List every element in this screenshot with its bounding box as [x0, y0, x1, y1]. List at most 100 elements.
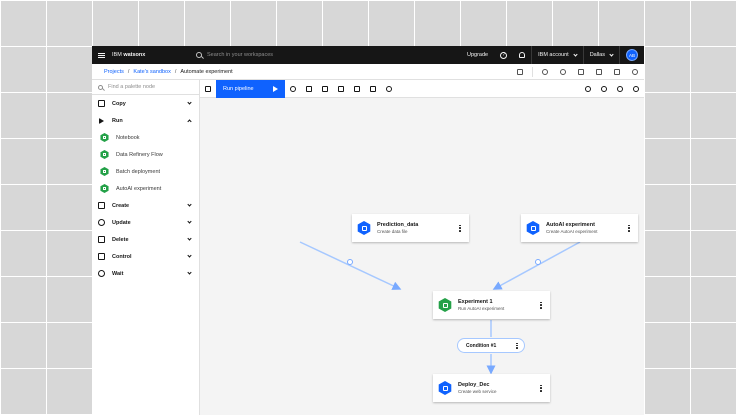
gear-icon [386, 85, 392, 92]
history-button[interactable] [554, 64, 572, 80]
chevron-down-icon [187, 270, 192, 275]
node-subtitle: Create web service [458, 389, 497, 394]
fit-icon [617, 85, 623, 92]
overflow-menu-icon[interactable] [516, 342, 518, 349]
comment-button[interactable] [349, 80, 365, 98]
link-prediction-to-experiment[interactable] [299, 241, 402, 290]
palette-category-run[interactable]: Run [92, 112, 199, 129]
chevron-down-icon [609, 51, 614, 57]
node-palette: Find a palette node Copy Run Notebook Da… [92, 80, 200, 415]
node-title: Prediction_data [377, 222, 419, 228]
menu-button[interactable] [92, 46, 110, 64]
user-menu[interactable]: AB [619, 46, 644, 64]
palette-category-create[interactable]: Create [92, 197, 199, 214]
palette-node-autoai[interactable]: AutoAI experiment [92, 180, 199, 197]
batch-deployment-icon [100, 167, 109, 176]
breadcrumb-separator: / [127, 68, 130, 75]
overflow-menu-icon[interactable] [459, 224, 461, 232]
sort-icon [517, 68, 523, 75]
update-icon [98, 219, 105, 226]
global-search-input[interactable]: Search in your workspaces [190, 46, 438, 64]
overflow-menu-icon[interactable] [540, 384, 542, 392]
chevron-down-icon [187, 100, 192, 105]
region-switcher[interactable]: Dallas [582, 46, 619, 64]
notifications-button[interactable] [513, 46, 531, 64]
brand-name: watsonx [123, 52, 146, 58]
toggle-palette-button[interactable] [200, 80, 216, 98]
compare-button[interactable] [608, 64, 626, 80]
chevron-up-icon [187, 119, 192, 124]
pipeline-node-experiment-1[interactable]: Experiment 1 Run AutoAI experiment [433, 291, 550, 319]
canvas-toolbar: Run pipeline [200, 79, 644, 98]
palette-category-control[interactable]: Control [92, 248, 199, 265]
chevron-down-icon [573, 51, 578, 57]
page-actions [511, 64, 644, 80]
comment-icon [354, 85, 360, 92]
autoai-icon [526, 221, 540, 235]
run-experiment-icon [438, 298, 452, 312]
header-actions: Upgrade ? IBM account Dallas AB [461, 46, 644, 64]
node-title: Deploy_Dec [458, 382, 490, 388]
breadcrumb-projects[interactable]: Projects [104, 69, 124, 75]
pipeline-node-deploy-dec[interactable]: Deploy_Dec Create web service [433, 374, 550, 402]
trash-icon [338, 85, 344, 92]
palette-category-wait[interactable]: Wait [92, 265, 199, 282]
overflow-menu-icon[interactable] [628, 224, 630, 232]
zoom-in-icon [585, 85, 591, 92]
node-subtitle: Create data file [377, 229, 408, 234]
copy-button[interactable] [301, 80, 317, 98]
palette-node-data-refinery[interactable]: Data Refinery Flow [92, 146, 199, 163]
info-button[interactable] [536, 64, 554, 80]
avatar: AB [626, 49, 638, 61]
pipeline-links [299, 241, 581, 375]
pipeline-node-autoai-experiment[interactable]: AutoAI experiment Create AutoAI experime… [521, 214, 638, 242]
palette-category-copy[interactable]: Copy [92, 95, 199, 112]
compare-icon [614, 68, 620, 75]
help-button[interactable]: ? [494, 46, 513, 64]
overflow-menu-icon[interactable] [540, 301, 542, 309]
scissors-icon [290, 85, 296, 92]
history-icon [560, 68, 566, 75]
link-autoai-to-experiment[interactable] [492, 241, 581, 290]
palette-search-input[interactable]: Find a palette node [92, 80, 199, 95]
brand-prefix: IBM [112, 52, 122, 58]
copy-icon [306, 85, 312, 92]
schedule-button[interactable] [626, 64, 644, 80]
notifications-panel-button[interactable] [628, 80, 644, 98]
zoom-out-icon [601, 85, 607, 92]
run-pipeline-button[interactable]: Run pipeline [216, 79, 285, 98]
pipeline-app: IBM watsonx Search in your workspaces Up… [92, 46, 644, 415]
cut-button[interactable] [285, 80, 301, 98]
paste-button[interactable] [317, 80, 333, 98]
palette-node-batch-deployment[interactable]: Batch deployment [92, 163, 199, 180]
link-midpoint[interactable] [347, 259, 353, 265]
palette-node-notebook[interactable]: Notebook [92, 129, 199, 146]
chevron-down-icon [187, 236, 192, 241]
delete-button[interactable] [333, 80, 349, 98]
arrange-button[interactable] [365, 80, 381, 98]
search-icon [196, 52, 202, 58]
fit-to-screen-button[interactable] [612, 80, 628, 98]
share-button[interactable] [590, 64, 608, 80]
zoom-in-button[interactable] [580, 80, 596, 98]
schedule-icon [632, 68, 638, 75]
breadcrumb-project[interactable]: Kate's sandbox [133, 69, 170, 75]
zoom-controls [580, 80, 644, 98]
version-button[interactable] [572, 64, 590, 80]
chevron-down-icon [187, 253, 192, 258]
pipeline-canvas[interactable]: Prediction_data Create data file AutoAI … [200, 98, 644, 415]
pipeline-node-prediction-data[interactable]: Prediction_data Create data file [352, 214, 469, 242]
settings-button[interactable] [381, 80, 397, 98]
account-switcher[interactable]: IBM account [531, 46, 583, 64]
control-icon [98, 253, 105, 260]
link-midpoint[interactable] [535, 259, 541, 265]
palette-category-update[interactable]: Update [92, 214, 199, 231]
arrange-icon [370, 85, 376, 92]
zoom-out-button[interactable] [596, 80, 612, 98]
condition-link-label[interactable]: Condition #1 [457, 338, 525, 353]
sort-button[interactable] [511, 64, 529, 80]
palette-category-delete[interactable]: Delete [92, 231, 199, 248]
top-header: IBM watsonx Search in your workspaces Up… [92, 46, 644, 64]
brand[interactable]: IBM watsonx [112, 52, 190, 58]
upgrade-link[interactable]: Upgrade [461, 46, 494, 64]
